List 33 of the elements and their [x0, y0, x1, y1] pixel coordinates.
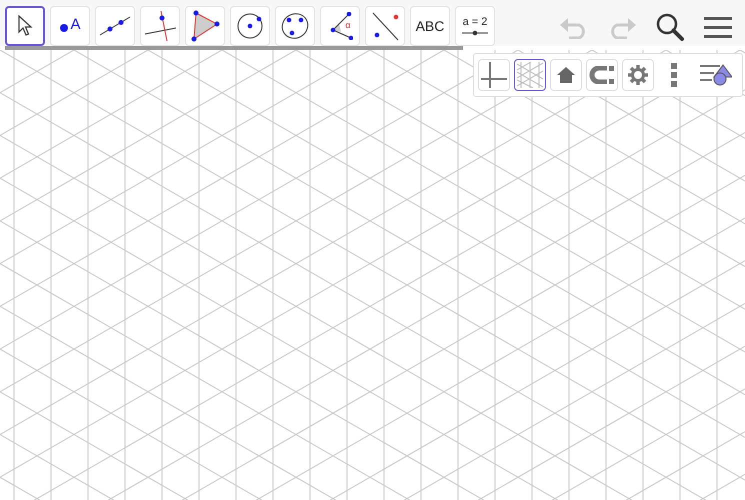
- more-icon: [671, 63, 677, 87]
- triangle-icon: [190, 10, 220, 42]
- toolbar-scrollbar[interactable]: [5, 46, 463, 50]
- magnet-button[interactable]: [586, 59, 618, 91]
- grid-icon: [517, 62, 543, 88]
- tool-button[interactable]: α: [320, 6, 360, 46]
- reflection-icon: [370, 11, 400, 41]
- grid-button[interactable]: [514, 59, 546, 91]
- perpendicular-lines-icon: [143, 10, 177, 42]
- slider-label: a = 2: [462, 16, 488, 28]
- slider-icon: [462, 30, 488, 36]
- home-icon: [557, 67, 575, 83]
- axes-icon: [481, 62, 507, 88]
- tool-button[interactable]: [5, 6, 45, 46]
- search-icon: [655, 12, 685, 42]
- angle-label: α: [345, 20, 351, 30]
- point-label: A: [70, 16, 80, 32]
- pointer-icon: [17, 15, 33, 37]
- circle-icon: [236, 12, 264, 40]
- gear-button[interactable]: [622, 59, 654, 91]
- home-button[interactable]: [550, 59, 582, 91]
- menu-icon: [704, 15, 732, 39]
- tool-button[interactable]: A: [50, 6, 90, 46]
- tool-button[interactable]: ABC: [410, 6, 450, 46]
- axes-button[interactable]: [478, 59, 510, 91]
- ellipse-icon: [280, 12, 310, 40]
- magnet-icon: [589, 66, 615, 84]
- tool-button[interactable]: a = 2: [455, 6, 495, 46]
- line-icon: [98, 14, 132, 38]
- point-icon: [59, 22, 70, 32]
- algebra-toggle-icon: [700, 63, 732, 87]
- angle-icon: [329, 12, 354, 40]
- settings-icon: [628, 65, 648, 85]
